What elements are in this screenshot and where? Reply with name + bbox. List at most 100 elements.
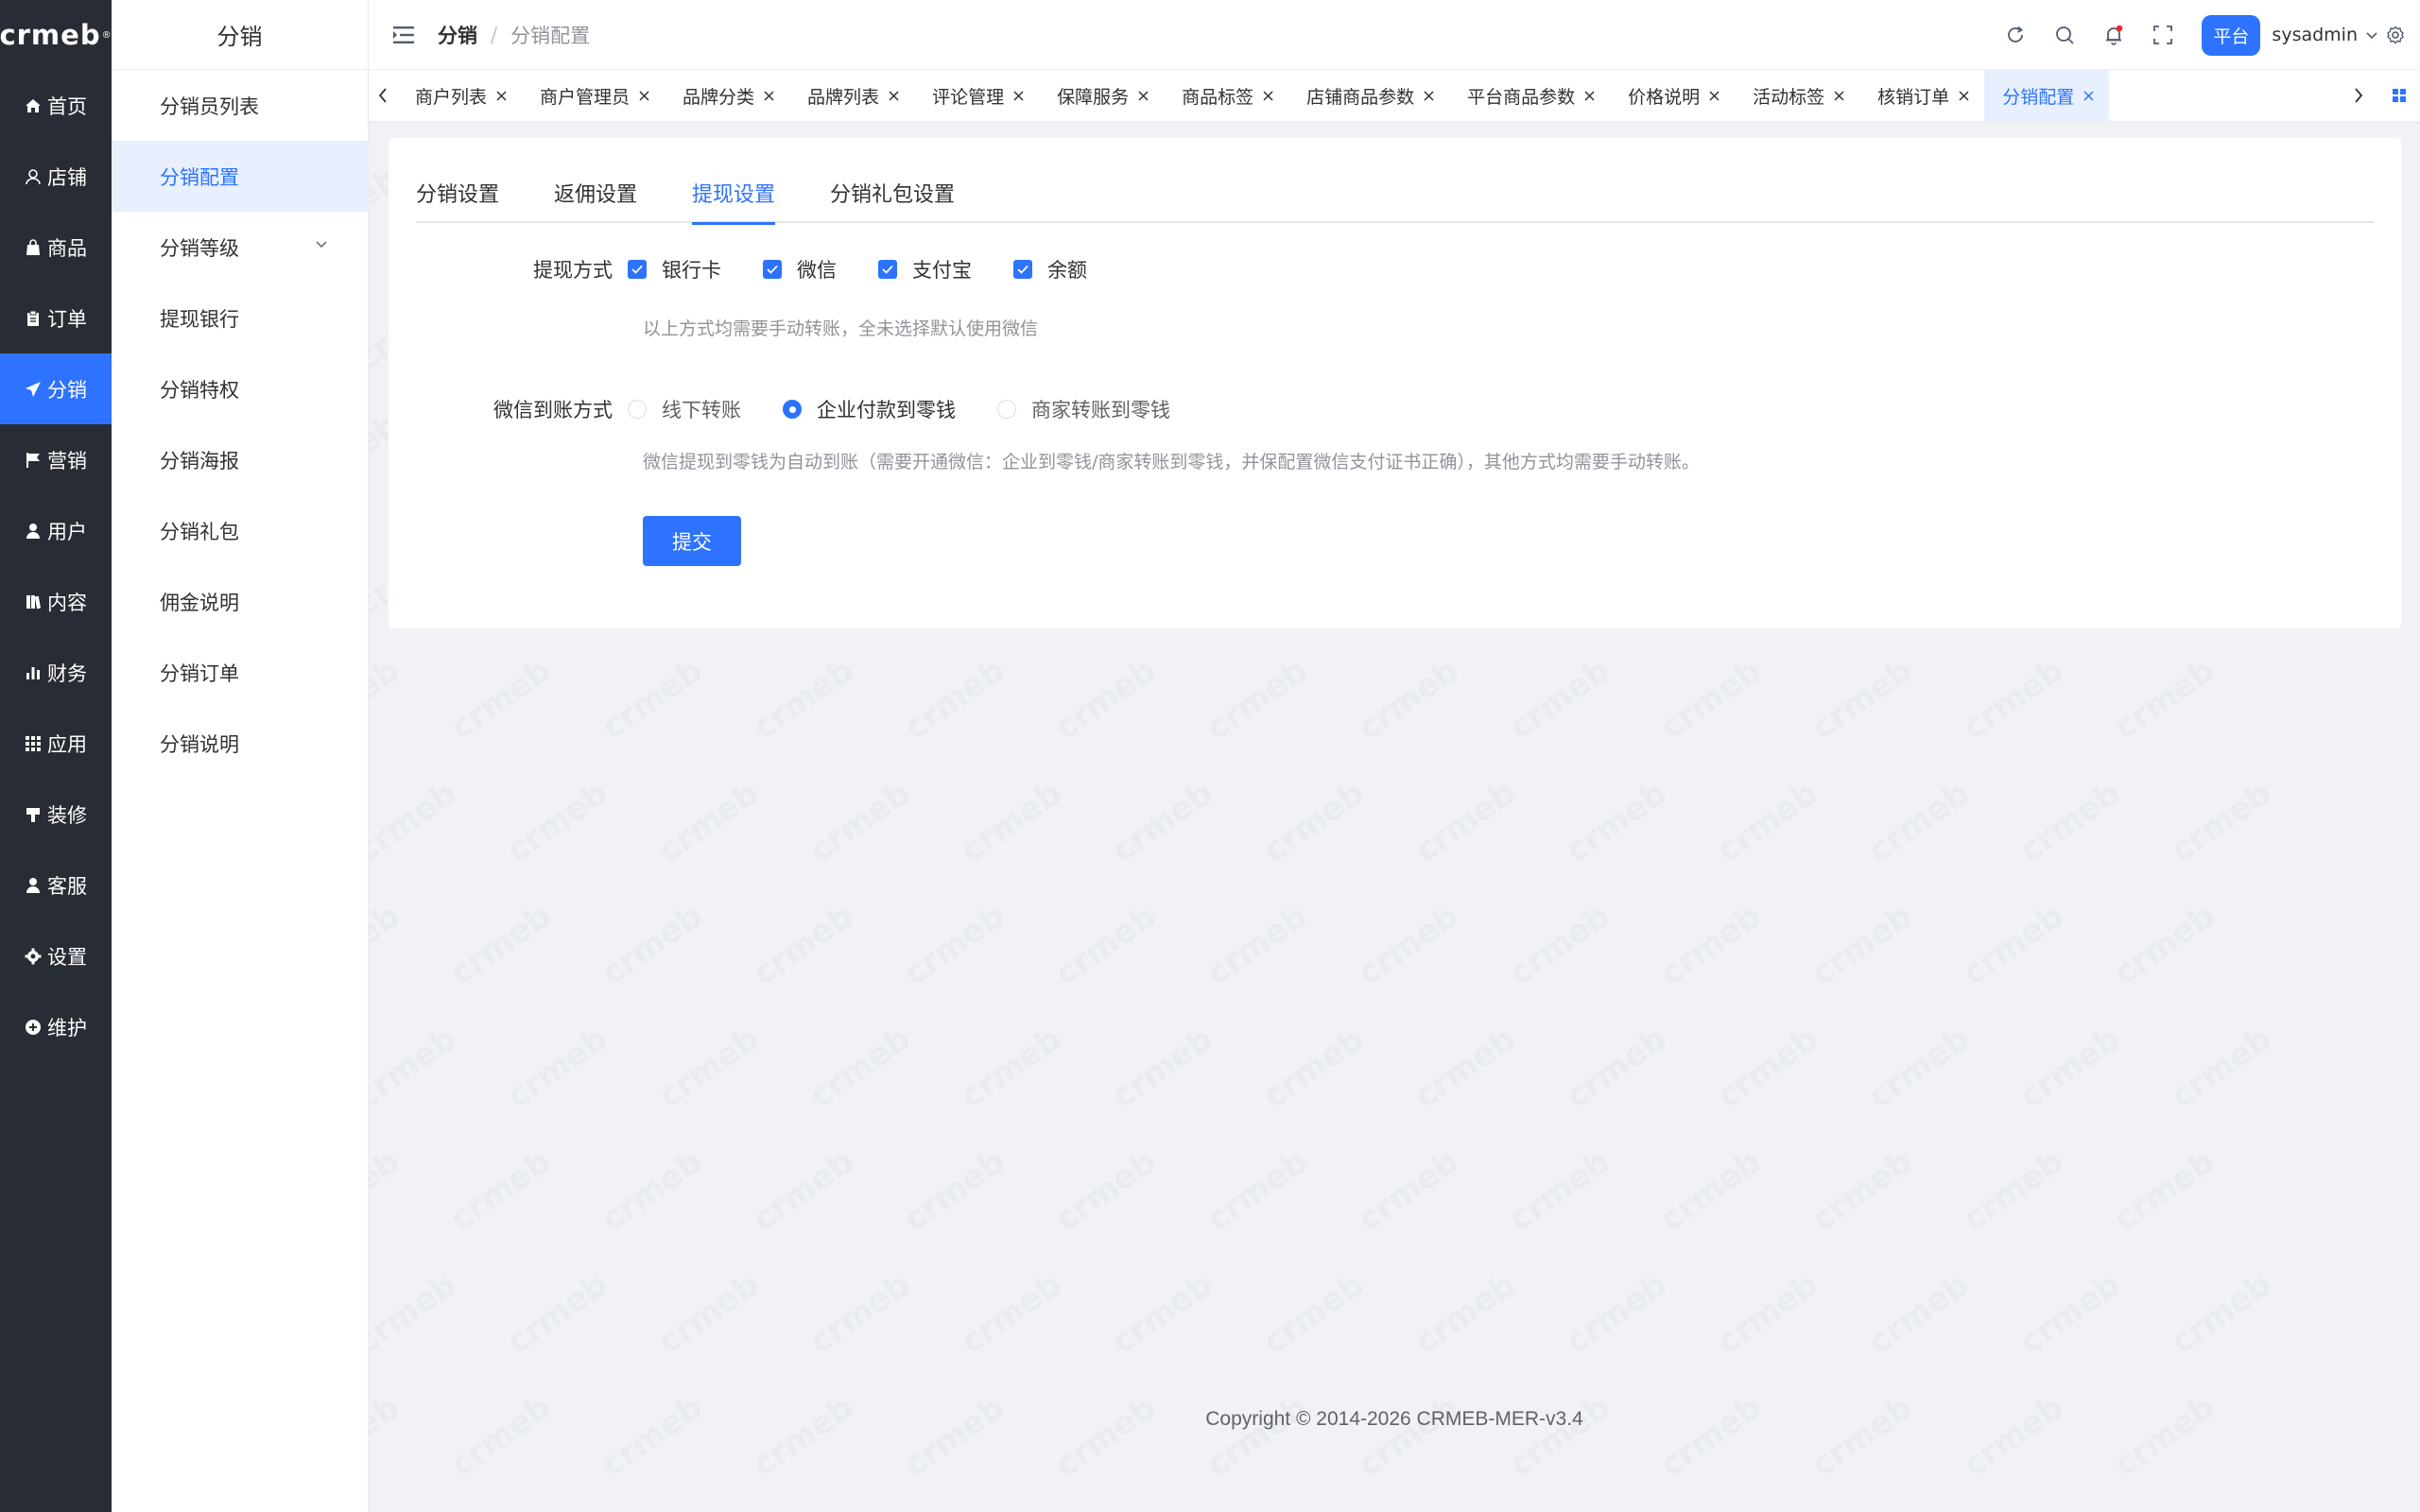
sub-sidebar-item-4[interactable]: 分销特权	[112, 353, 368, 424]
tags-scroll-right[interactable]	[2344, 70, 2373, 121]
rail-item-8[interactable]: 财务	[0, 637, 112, 708]
user-menu[interactable]: sysadmin	[2272, 25, 2378, 45]
sub-sidebar-item-5[interactable]: 分销海报	[112, 424, 368, 495]
sub-sidebar-item-6[interactable]: 分销礼包	[112, 495, 368, 566]
tab-tag-12[interactable]: 分销配置	[1984, 70, 2110, 121]
tab-tag-8[interactable]: 平台商品参数	[1449, 70, 1610, 121]
watermark-mark: crmeb	[746, 1143, 861, 1239]
tags-bar: 商户列表 商户管理员 品牌分类 品牌列表 评论管理 保障服务 商品标签 店铺商品参数 平台商品参…	[369, 70, 2420, 121]
radio-circle-icon	[783, 400, 802, 419]
settings-tab-1[interactable]: 返佣设置	[554, 176, 637, 223]
watermark-mark: crmeb	[1351, 897, 1466, 993]
breadcrumb-item-0[interactable]: 分销	[438, 21, 477, 49]
sub-sidebar-item-label: 分销特权	[160, 378, 239, 402]
watermark-mark: crmeb	[803, 1020, 918, 1116]
close-icon[interactable]	[2083, 90, 2094, 101]
tags-scroll-left[interactable]	[369, 70, 397, 121]
search-icon[interactable]	[2054, 25, 2075, 45]
sub-sidebar-item-2[interactable]: 分销等级	[112, 212, 368, 283]
submit-button[interactable]: 提交	[643, 516, 741, 566]
checkbox-checked-icon	[1013, 260, 1032, 279]
close-icon[interactable]	[1263, 90, 1273, 101]
withdraw-option-checkbox-0[interactable]: 银行卡	[628, 255, 721, 284]
wechat-option-radio-0[interactable]: 线下转账	[628, 395, 741, 423]
watermark-mark: crmeb	[1805, 651, 1920, 747]
tab-tag-label: 店铺商品参数	[1306, 86, 1415, 108]
sub-sidebar-item-1[interactable]: 分销配置	[112, 141, 368, 212]
rail-item-label: 应用	[47, 732, 87, 756]
wechat-option-radio-2[interactable]: 商家转账到零钱	[997, 395, 1170, 423]
sub-sidebar-item-7[interactable]: 佣金说明	[112, 566, 368, 637]
watermark-mark: crmeb	[443, 897, 559, 993]
close-icon[interactable]	[1138, 90, 1149, 101]
rail-item-10[interactable]: 装修	[0, 779, 112, 850]
tab-tag-2[interactable]: 品牌分类	[665, 70, 789, 121]
close-icon[interactable]	[889, 90, 899, 101]
withdraw-option-checkbox-3[interactable]: 余额	[1013, 255, 1087, 284]
tab-tag-label: 商户管理员	[540, 86, 631, 108]
user-icon	[25, 523, 42, 540]
role-badge[interactable]: 平台	[2202, 14, 2261, 56]
close-icon[interactable]	[1709, 90, 1720, 101]
tab-tag-11[interactable]: 核销订单	[1859, 70, 1984, 121]
settings-tab-0[interactable]: 分销设置	[416, 176, 499, 223]
tab-tag-6[interactable]: 商品标签	[1164, 70, 1288, 121]
close-icon[interactable]	[1013, 90, 1024, 101]
rail-item-2[interactable]: 商品	[0, 212, 112, 283]
refresh-icon[interactable]	[2005, 25, 2026, 45]
tab-tag-10[interactable]: 活动标签	[1735, 70, 1859, 121]
wechat-option-radio-1[interactable]: 企业付款到零钱	[783, 395, 956, 423]
sub-sidebar-item-9[interactable]: 分销说明	[112, 708, 368, 779]
rail-item-5[interactable]: 营销	[0, 424, 112, 495]
rail-item-0[interactable]: 首页	[0, 70, 112, 141]
withdraw-method-hint: 以上方式均需要手动转账，全未选择默认使用微信	[643, 318, 1039, 339]
sub-sidebar-item-8[interactable]: 分销订单	[112, 637, 368, 708]
close-icon[interactable]	[764, 90, 774, 101]
settings-gear-icon[interactable]	[2386, 26, 2405, 44]
chevron-down-icon	[2366, 32, 2377, 40]
tab-tag-1[interactable]: 商户管理员	[522, 70, 665, 121]
fullscreen-icon[interactable]	[2152, 25, 2173, 45]
rail-item-4[interactable]: 分销	[0, 353, 112, 424]
watermark-mark: crmeb	[1200, 897, 1315, 993]
close-icon[interactable]	[1834, 90, 1844, 101]
close-icon[interactable]	[1959, 90, 1969, 101]
watermark-mark: crmeb	[1105, 1020, 1220, 1116]
rail-item-label: 首页	[47, 94, 87, 118]
sub-sidebar-item-3[interactable]: 提现银行	[112, 283, 368, 353]
watermark-mark: crmeb	[1048, 1143, 1164, 1239]
sub-sidebar-item-0[interactable]: 分销员列表	[112, 70, 368, 141]
rail-item-13[interactable]: 维护	[0, 991, 112, 1062]
settings-tab-2[interactable]: 提现设置	[692, 176, 776, 225]
rail-item-11[interactable]: 客服	[0, 850, 112, 920]
close-icon[interactable]	[1584, 90, 1595, 101]
withdraw-option-checkbox-2[interactable]: 支付宝	[878, 255, 972, 284]
tab-tag-3[interactable]: 品牌列表	[789, 70, 914, 121]
rail-item-12[interactable]: 设置	[0, 920, 112, 991]
rail-item-1[interactable]: 店铺	[0, 141, 112, 212]
close-icon[interactable]	[496, 90, 507, 101]
watermark-mark: crmeb	[595, 897, 710, 993]
rail-item-9[interactable]: 应用	[0, 708, 112, 779]
tab-tag-7[interactable]: 店铺商品参数	[1288, 70, 1449, 121]
withdraw-option-checkbox-1[interactable]: 微信	[763, 255, 837, 284]
notification-bell-icon[interactable]	[2103, 25, 2124, 45]
tags-menu-grid-icon[interactable]	[2392, 88, 2407, 103]
settings-tab-3[interactable]: 分销礼包设置	[830, 176, 955, 223]
watermark-mark: crmeb	[595, 1143, 710, 1239]
close-icon[interactable]	[639, 90, 649, 101]
tab-tag-4[interactable]: 评论管理	[914, 70, 1039, 121]
tab-tag-5[interactable]: 保障服务	[1039, 70, 1164, 121]
radio-circle-icon	[997, 400, 1016, 419]
rail-item-3[interactable]: 订单	[0, 283, 112, 353]
rail-item-7[interactable]: 内容	[0, 566, 112, 637]
tab-tag-0[interactable]: 商户列表	[397, 70, 522, 121]
sub-sidebar-item-label: 提现银行	[160, 307, 239, 331]
menu-toggle-icon[interactable]	[393, 26, 414, 44]
brand-logo[interactable]: crmeb ®	[0, 0, 112, 70]
watermark-mark: crmeb	[1956, 1388, 2071, 1485]
wechat-option-label: 商家转账到零钱	[1031, 399, 1170, 421]
tab-tag-9[interactable]: 价格说明	[1610, 70, 1735, 121]
rail-item-6[interactable]: 用户	[0, 495, 112, 566]
close-icon[interactable]	[1424, 90, 1434, 101]
